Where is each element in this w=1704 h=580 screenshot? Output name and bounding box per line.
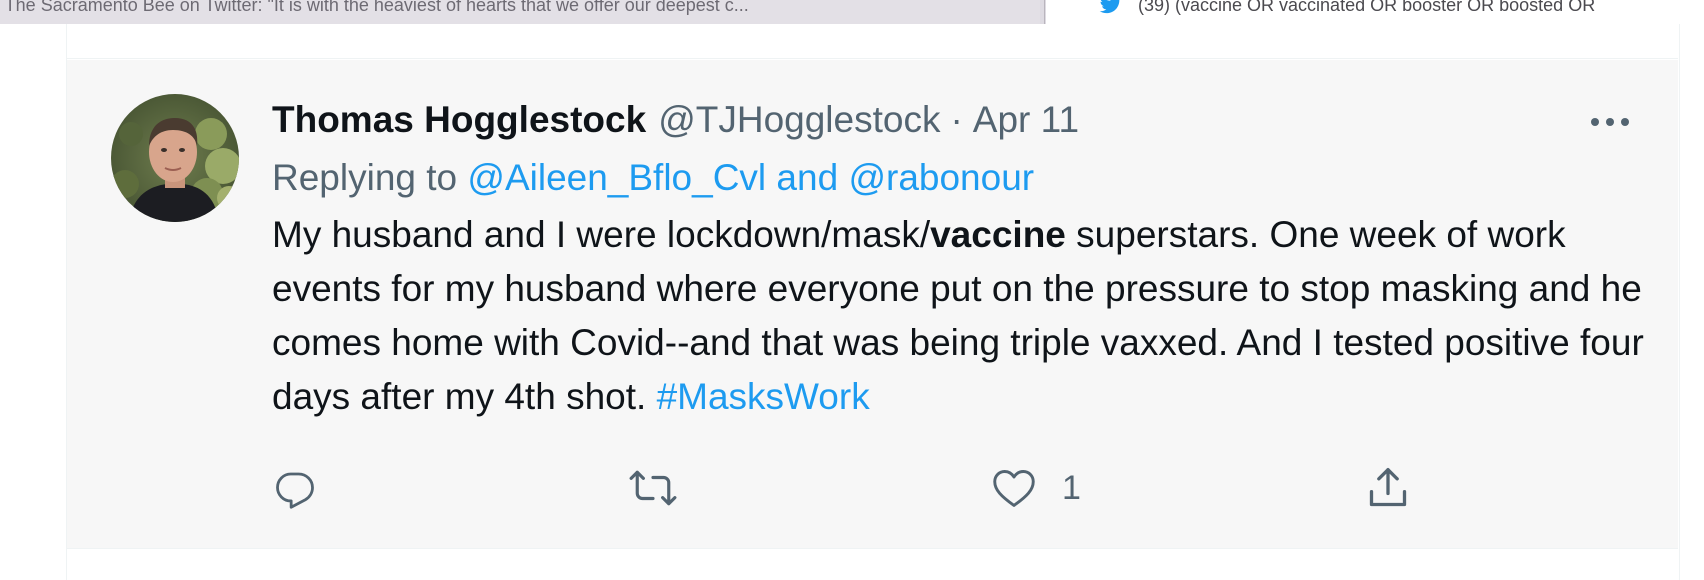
browser-tab-title: (39) (vaccine OR vaccinated OR booster O… <box>1138 0 1596 15</box>
tweet-text: My husband and I were lockdown/mask/vacc… <box>272 208 1652 424</box>
more-horizontal-icon <box>1591 118 1629 126</box>
twitter-bird-icon <box>1099 0 1120 14</box>
browser-tab-sacbee[interactable]: ) The Sacramento Bee on Twitter: "It is … <box>0 0 1040 24</box>
like-button[interactable]: 1 <box>992 464 1081 512</box>
highlighted-search-term: vaccine <box>930 214 1066 255</box>
display-name[interactable]: Thomas Hogglestock <box>272 99 646 141</box>
retweet-button[interactable] <box>628 464 678 512</box>
user-handle[interactable]: @TJHogglestock <box>658 99 940 141</box>
divider <box>66 548 1678 549</box>
avatar[interactable] <box>111 94 239 222</box>
hashtag-link[interactable]: #MasksWork <box>657 376 870 417</box>
tweet-header: Thomas Hogglestock @TJHogglestock · Apr … <box>272 94 1079 146</box>
browser-tab-title: ) The Sacramento Bee on Twitter: "It is … <box>0 0 749 15</box>
heart-icon <box>993 470 1035 507</box>
reply-icon <box>276 472 314 509</box>
replying-prefix: Replying to <box>272 157 458 198</box>
like-count: 1 <box>1062 468 1081 507</box>
share-icon <box>1369 468 1407 507</box>
replying-to-mentions[interactable]: @Aileen_Bflo_Cvl and @rabonour <box>467 157 1034 199</box>
divider <box>66 58 1678 59</box>
tab-separator <box>1044 0 1045 24</box>
reply-button[interactable] <box>274 464 316 512</box>
tweet-date[interactable]: Apr 11 <box>973 99 1079 141</box>
retweet-icon <box>629 470 677 506</box>
browser-tab-strip: ) The Sacramento Bee on Twitter: "It is … <box>0 0 1704 24</box>
replying-to-line: Replying to @Aileen_Bflo_Cvl and @rabono… <box>272 152 1034 204</box>
separator-dot: · <box>950 99 963 140</box>
avatar-photo <box>111 94 239 222</box>
browser-tab-twitter-search[interactable]: (39) (vaccine OR vaccinated OR booster O… <box>1046 0 1704 24</box>
share-button[interactable] <box>1366 464 1410 512</box>
tweet-text-part: My husband and I were lockdown/mask/ <box>272 214 931 255</box>
more-options-button[interactable] <box>1586 104 1634 140</box>
